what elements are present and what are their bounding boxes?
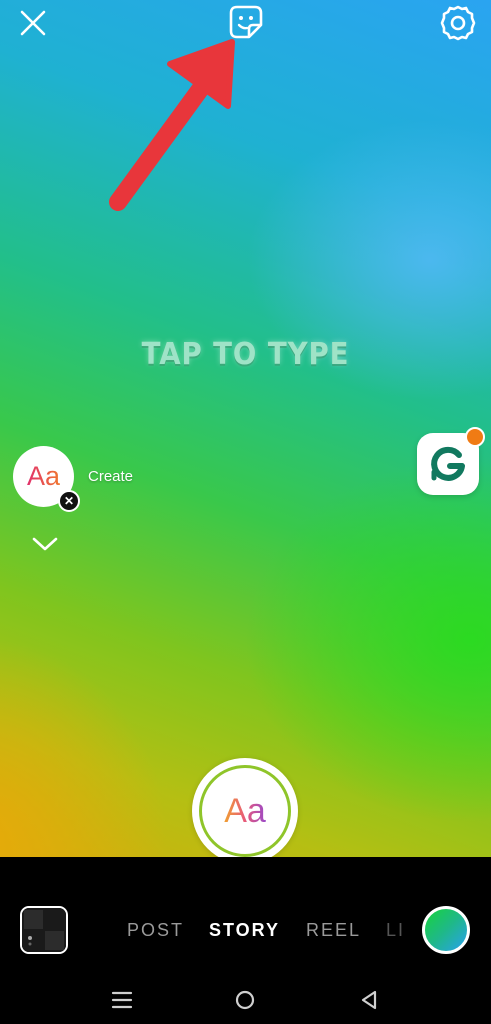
recents-button[interactable] [102,980,142,1020]
annotation-arrow [109,39,235,211]
settings-icon [440,5,476,41]
home-button[interactable] [225,980,265,1020]
mode-reel[interactable]: REEL [306,920,361,941]
mode-story[interactable]: STORY [209,920,280,941]
story-canvas[interactable]: TAP TO TYPE Aa ✕ Create Aa [0,0,491,857]
grammarly-sticker[interactable] [417,427,485,495]
back-icon [361,990,377,1010]
notification-badge [465,427,485,447]
create-aa-label: Aa [26,461,61,491]
capture-aa-label: Aa [224,791,266,830]
remove-create-icon[interactable]: ✕ [58,490,80,512]
menu-icon [111,991,133,1009]
mode-live[interactable]: LI [386,920,405,941]
tap-to-type-prompt[interactable]: TAP TO TYPE [20,337,472,372]
back-button[interactable] [349,980,389,1020]
color-picker-button[interactable] [422,906,470,954]
grammarly-g-icon [431,446,465,481]
capture-button[interactable]: Aa [192,758,298,857]
collapse-tools-button[interactable] [29,532,61,556]
mode-selector: POST STORY REEL LI [0,920,491,944]
create-aa-button[interactable]: Aa ✕ [13,446,80,512]
mode-post[interactable]: POST [127,920,184,941]
create-label: Create [88,468,134,485]
system-nav-bar [0,980,491,1024]
close-button[interactable] [14,4,52,42]
close-icon [20,10,46,36]
chevron-down-icon [32,537,58,551]
create-text-tool[interactable]: Aa ✕ Create [13,446,134,512]
home-icon [235,990,255,1010]
capture-inner-ring: Aa [199,765,291,857]
settings-button[interactable] [437,2,479,44]
